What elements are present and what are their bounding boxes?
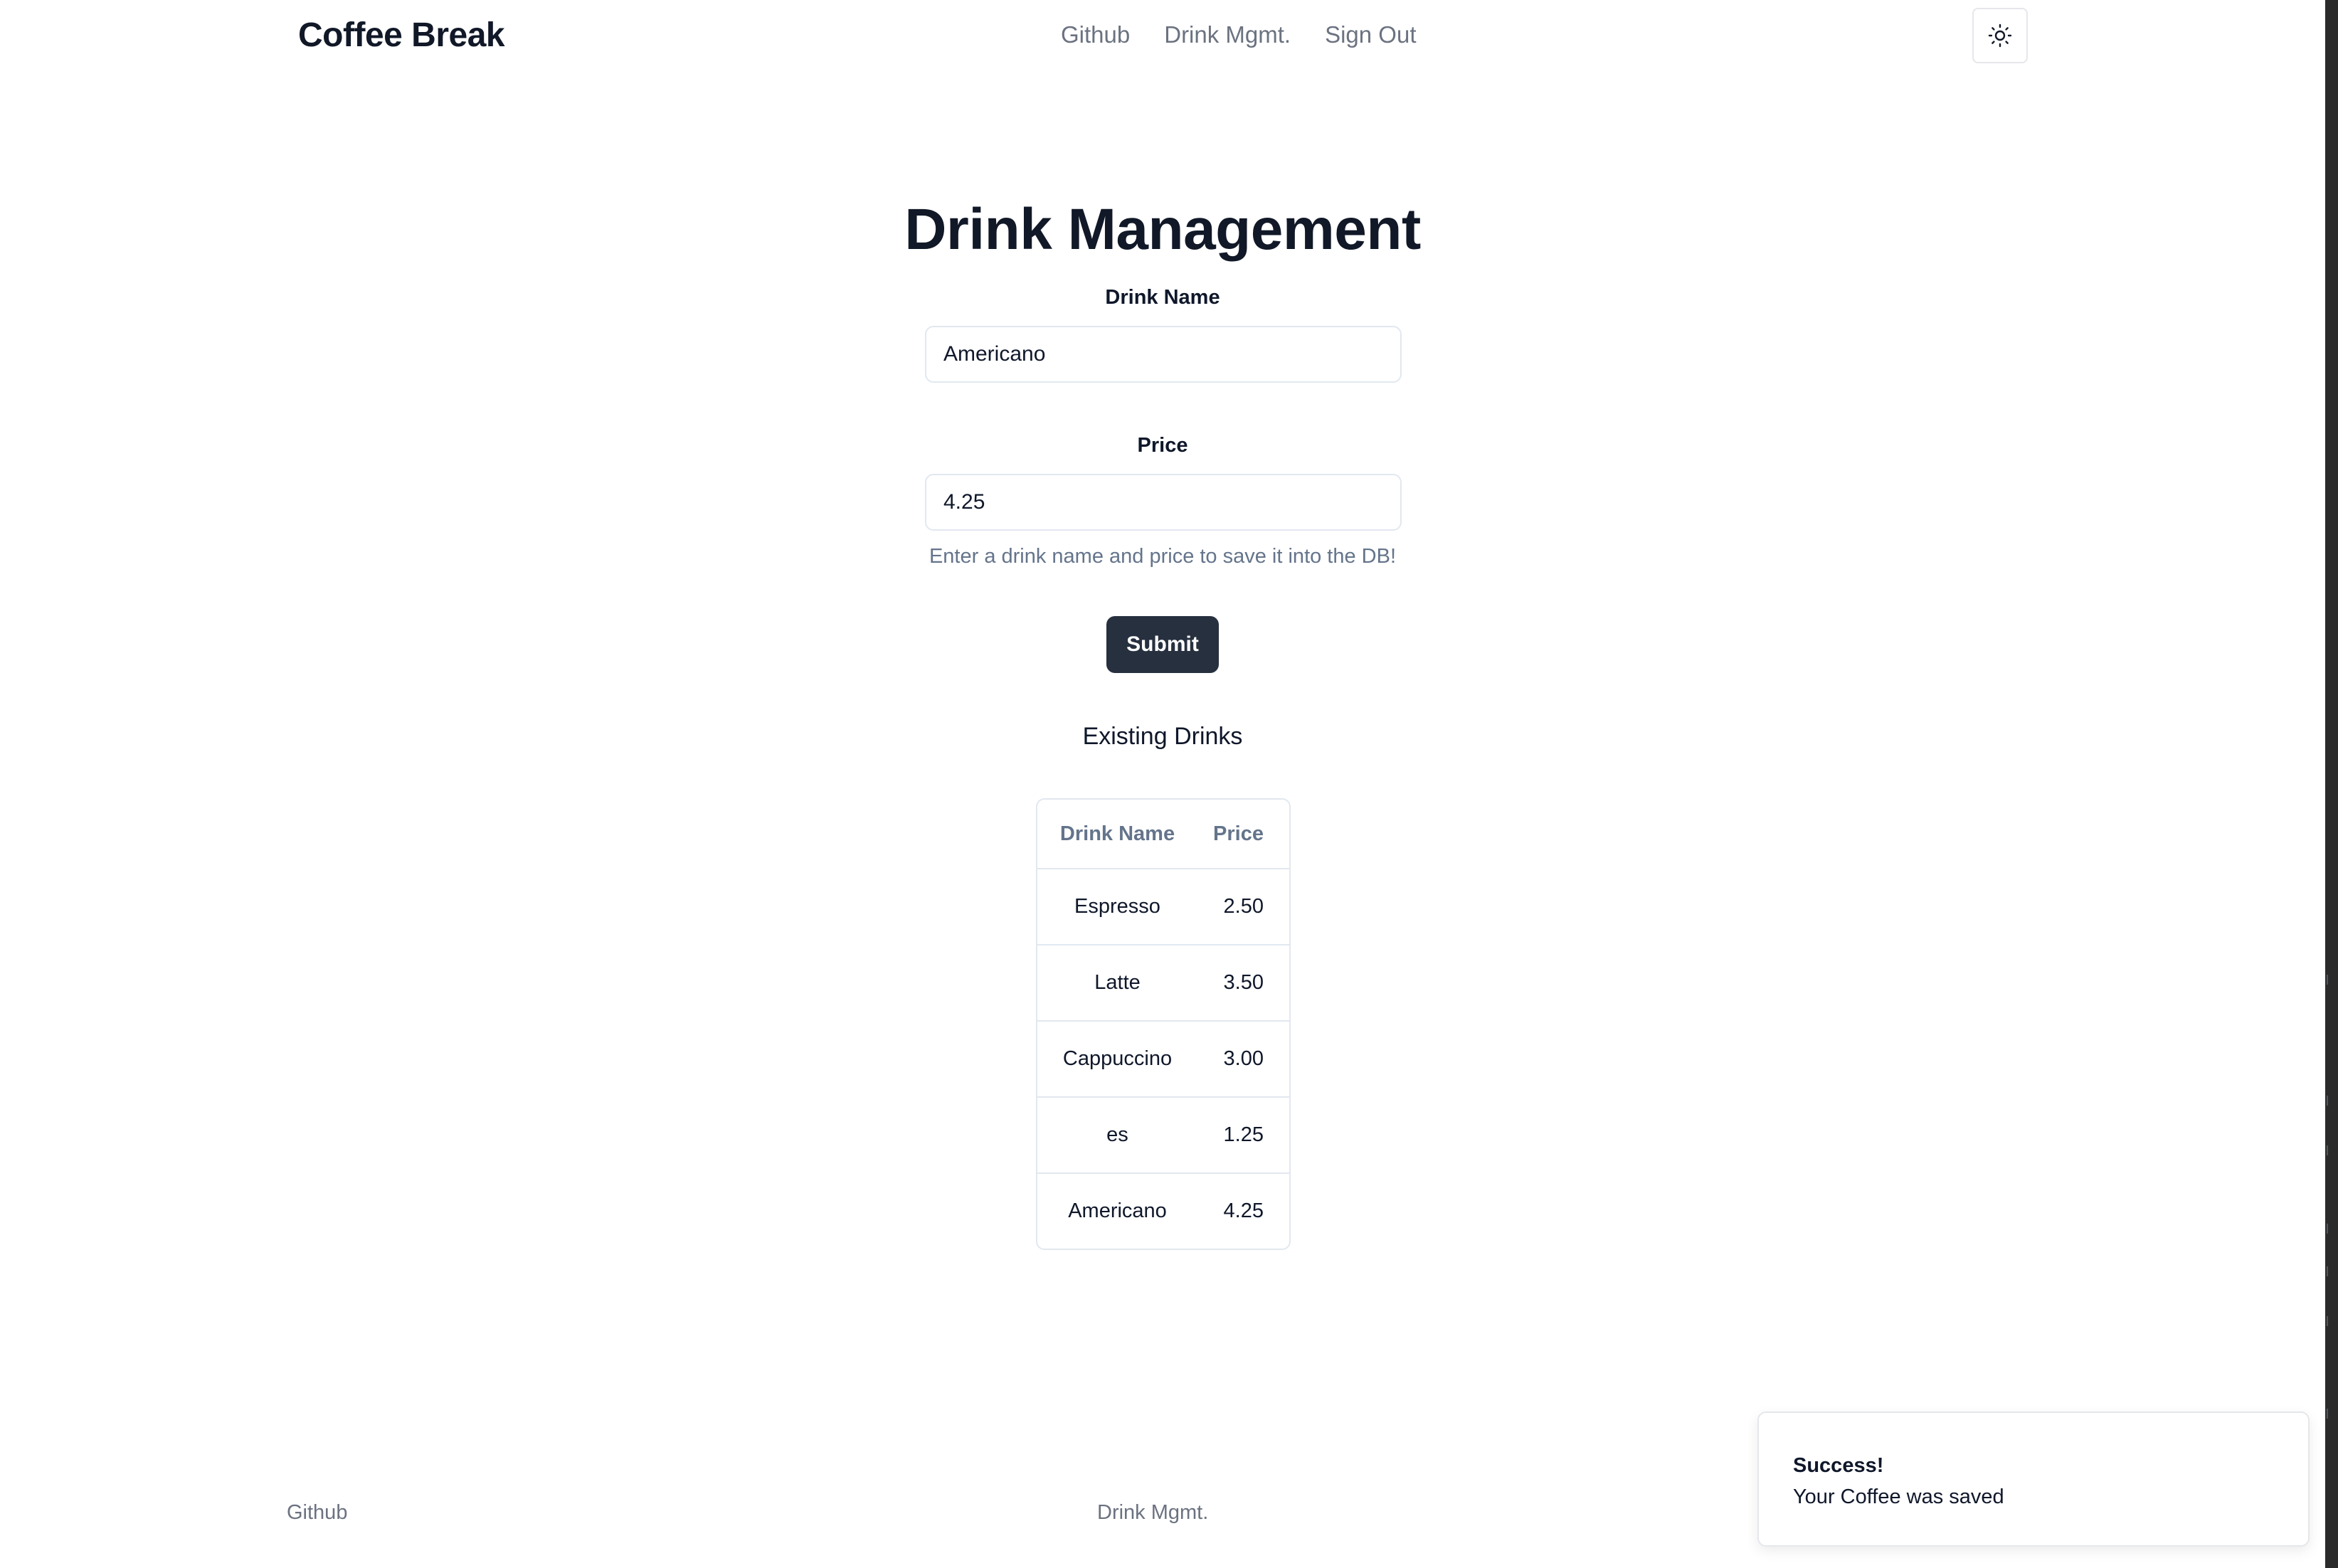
drink-name-cell: Latte <box>1037 944 1197 1021</box>
drink-name-input[interactable] <box>925 326 1402 383</box>
edge-mark <box>2327 1266 2335 1276</box>
nav-link-drink-mgmt[interactable]: Drink Mgmt. <box>1164 18 1291 51</box>
footer-link-github[interactable]: Github <box>287 1498 347 1527</box>
drinks-table: Drink Name Price Espresso 2.50 Latte 3.5… <box>1036 798 1291 1250</box>
theme-toggle-button[interactable] <box>1972 8 2028 63</box>
edge-mark <box>2327 1096 2335 1106</box>
edge-mark <box>2327 975 2335 985</box>
toast-title: Success! <box>1793 1454 1884 1477</box>
existing-drinks-heading: Existing Drinks <box>1082 723 1243 750</box>
drink-name-cell: es <box>1037 1096 1197 1173</box>
drink-name-cell: Americano <box>1037 1172 1197 1249</box>
top-navbar: Coffee Break Github Drink Mgmt. Sign Out <box>0 0 2325 71</box>
column-header-price: Price <box>1213 822 1264 845</box>
nav-link-github[interactable]: Github <box>1061 18 1130 51</box>
price-cell: 3.50 <box>1197 944 1289 1021</box>
page-title: Drink Management <box>904 197 1421 262</box>
edge-mark <box>2327 1409 2335 1419</box>
table-row: Cappuccino 3.00 <box>1037 1020 1289 1097</box>
success-toast: Success! Your Coffee was saved <box>1757 1411 2310 1547</box>
toast-message: Your Coffee was saved <box>1793 1485 2004 1508</box>
sun-icon <box>1988 23 2012 48</box>
edge-mark <box>2327 1224 2335 1234</box>
submit-button[interactable]: Submit <box>1106 616 1219 673</box>
footer-link-drink-mgmt[interactable]: Drink Mgmt. <box>1097 1498 1208 1527</box>
form-helper-text: Enter a drink name and price to save it … <box>929 545 1397 568</box>
brand-logo[interactable]: Coffee Break <box>298 13 505 58</box>
drink-name-label: Drink Name <box>1105 286 1220 309</box>
price-cell: 2.50 <box>1197 868 1289 945</box>
drink-name-cell: Cappuccino <box>1037 1020 1197 1097</box>
window-edge <box>2325 0 2338 1568</box>
price-cell: 4.25 <box>1197 1172 1289 1249</box>
table-header-row: Drink Name Price <box>1037 800 1289 869</box>
edge-mark <box>2327 1316 2335 1326</box>
edge-mark <box>2327 1145 2335 1155</box>
table-row: Americano 4.25 <box>1037 1172 1289 1249</box>
table-row: Espresso 2.50 <box>1037 868 1289 945</box>
price-cell: 3.00 <box>1197 1020 1289 1097</box>
table-row: Latte 3.50 <box>1037 944 1289 1021</box>
price-label: Price <box>1137 434 1188 457</box>
price-input[interactable] <box>925 474 1402 531</box>
column-header-drink-name: Drink Name <box>1059 822 1175 845</box>
main-nav: Github Drink Mgmt. Sign Out <box>1061 18 1417 51</box>
drink-name-cell: Espresso <box>1037 868 1197 945</box>
table-row: es 1.25 <box>1037 1096 1289 1173</box>
price-cell: 1.25 <box>1197 1096 1289 1173</box>
nav-link-sign-out[interactable]: Sign Out <box>1325 18 1416 51</box>
